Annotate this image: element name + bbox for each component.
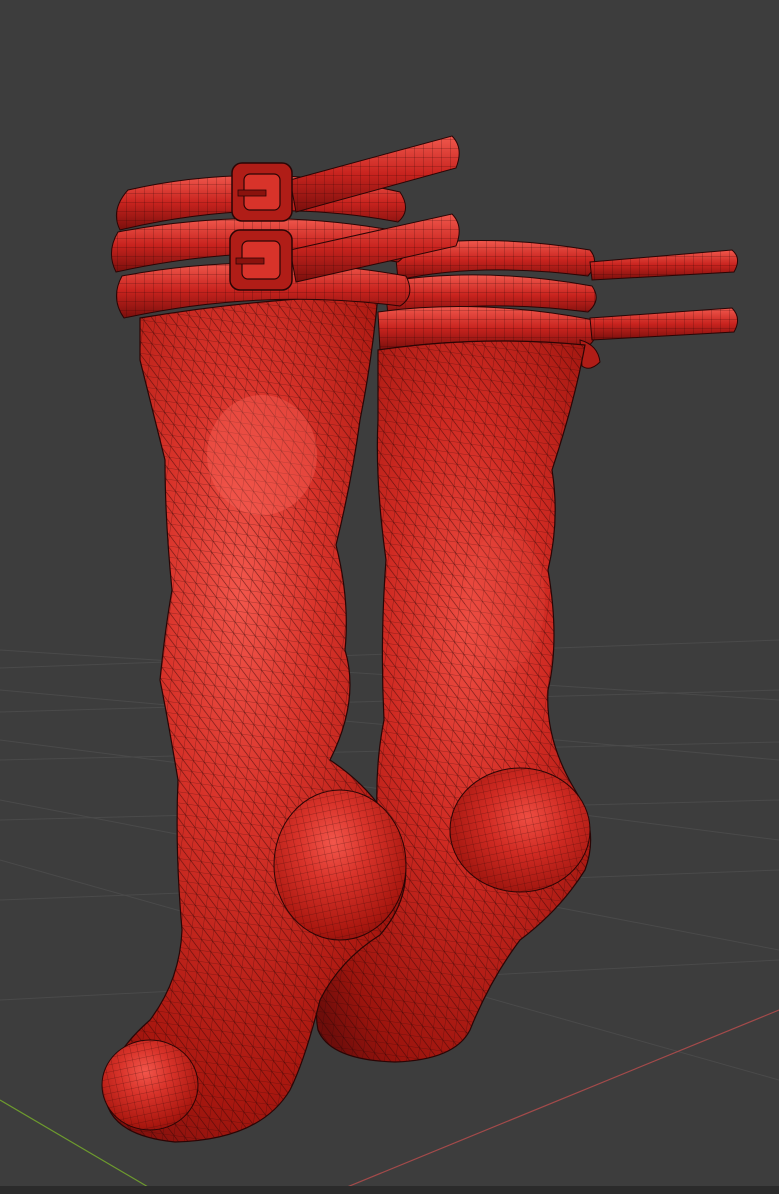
left-boot-straps[interactable] — [111, 135, 460, 319]
viewport-scene — [0, 135, 779, 1194]
viewport-bottom-edge — [0, 1186, 779, 1194]
left-boot-buckle-upper[interactable] — [231, 162, 293, 222]
right-boot[interactable] — [315, 239, 738, 1063]
3d-viewport[interactable] — [0, 0, 779, 1194]
left-boot-buckle-lower[interactable] — [229, 229, 293, 291]
